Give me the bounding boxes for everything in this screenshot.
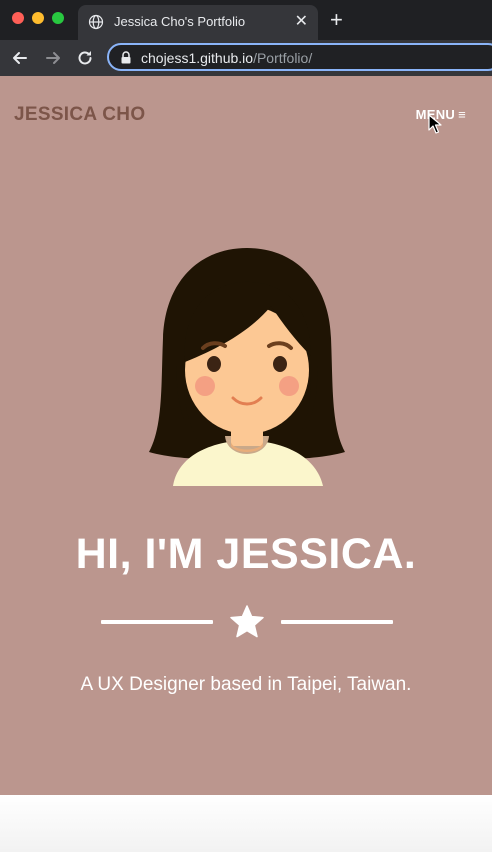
browser-tab-bar: Jessica Cho's Portfolio ✕ + xyxy=(0,0,492,40)
url-path: /Portfolio/ xyxy=(253,50,313,66)
reload-icon[interactable] xyxy=(75,48,95,68)
star-icon xyxy=(230,605,264,638)
hero-headline: HI, I'M JESSICA. xyxy=(75,530,417,578)
divider-line-right xyxy=(281,620,393,624)
site-brand[interactable]: JESSICA CHO xyxy=(14,104,145,126)
hamburger-icon: ≡ xyxy=(458,107,466,122)
close-icon[interactable]: ✕ xyxy=(295,12,308,32)
plus-icon[interactable]: + xyxy=(330,8,343,32)
close-window-button[interactable] xyxy=(12,12,24,24)
url-text: chojess1.github.io/Portfolio/ xyxy=(141,50,312,66)
forward-arrow-icon[interactable] xyxy=(43,48,63,68)
address-bar[interactable]: chojess1.github.io/Portfolio/ xyxy=(107,43,492,71)
browser-toolbar: chojess1.github.io/Portfolio/ xyxy=(0,40,492,76)
back-arrow-icon[interactable] xyxy=(10,48,30,68)
lock-icon xyxy=(121,51,131,64)
divider-line-left xyxy=(101,620,213,624)
next-section xyxy=(0,795,492,852)
avatar-illustration xyxy=(149,248,345,486)
tab-title: Jessica Cho's Portfolio xyxy=(114,14,246,29)
minimize-window-button[interactable] xyxy=(32,12,44,24)
browser-tab[interactable]: Jessica Cho's Portfolio ✕ xyxy=(78,5,318,40)
url-host: chojess1.github.io xyxy=(141,50,254,66)
globe-icon xyxy=(88,14,104,30)
hero-tagline: A UX Designer based in Taipei, Taiwan. xyxy=(80,674,412,695)
zoom-window-button[interactable] xyxy=(52,12,64,24)
hero-section: JESSICA CHO MENU ≡ HI, I'M JESSICA. A UX… xyxy=(0,76,492,795)
mouse-cursor-icon xyxy=(428,114,442,134)
